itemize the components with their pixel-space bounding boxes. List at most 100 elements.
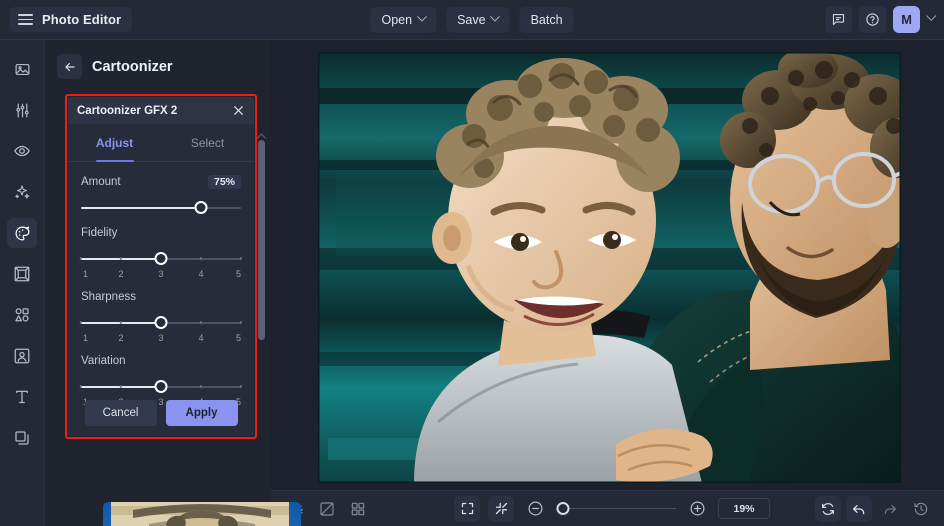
sidebar-item-portrait[interactable] — [7, 341, 37, 371]
chevron-down-icon — [490, 11, 501, 22]
frame-icon — [14, 266, 30, 282]
tab-adjust[interactable]: Adjust — [68, 124, 161, 161]
statue-thumbnail-image — [103, 502, 301, 526]
compare-split-icon — [320, 501, 334, 516]
tab-select-label: Select — [190, 135, 225, 150]
save-button-label: Save — [457, 12, 486, 27]
shrink-button[interactable] — [488, 495, 514, 522]
reset-rotate-icon — [822, 502, 834, 515]
open-button[interactable]: Open — [370, 6, 437, 33]
portrait-mask-icon — [14, 348, 30, 364]
bottom-toolbar: 19% — [271, 490, 944, 526]
comment-icon — [832, 13, 845, 26]
cartoonized-photo — [318, 52, 901, 483]
fit-screen-button[interactable] — [454, 495, 480, 522]
slider-tick-labels: 1 2 3 4 5 — [81, 269, 241, 282]
control-header: Fidelity — [81, 224, 241, 242]
slider-fidelity[interactable] — [79, 249, 243, 269]
slider-tick-labels: 1 2 3 4 5 — [81, 333, 241, 346]
card-tabs: Adjust Select — [68, 124, 254, 162]
panel-header: Cartoonizer — [45, 40, 271, 79]
close-card-button[interactable] — [232, 104, 245, 117]
feedback-button[interactable] — [825, 6, 852, 33]
slider-tick-label: 3 — [158, 269, 164, 279]
sliders-icon — [15, 103, 29, 117]
slider-tick-label: 5 — [235, 269, 241, 279]
control-label: Amount — [81, 176, 121, 188]
zoom-slider-track — [556, 508, 676, 510]
card-header: Cartoonizer GFX 2 — [68, 97, 254, 124]
shapes-icon — [15, 308, 29, 322]
sidebar-item-layers[interactable] — [7, 423, 37, 453]
cancel-button[interactable]: Cancel — [84, 400, 157, 426]
zoom-in-button[interactable] — [684, 496, 710, 522]
undo-icon — [853, 504, 865, 514]
redo-button[interactable] — [877, 496, 903, 522]
effect-panel: Cartoonizer Cartoonizer GFX 2 Adjust Sel… — [45, 40, 301, 526]
slider-handle[interactable] — [154, 316, 168, 329]
sparkles-icon — [15, 185, 30, 199]
card-title: Cartoonizer GFX 2 — [77, 104, 178, 117]
batch-button[interactable]: Batch — [519, 6, 574, 33]
sidebar-item-effects[interactable] — [7, 177, 37, 207]
arrow-left-icon — [64, 62, 75, 71]
grid-button[interactable] — [345, 496, 371, 522]
apply-button-label: Apply — [185, 407, 218, 419]
chevron-down-icon — [416, 11, 427, 22]
slider-handle[interactable] — [194, 201, 208, 214]
zoom-in-icon — [690, 501, 704, 516]
history-button[interactable] — [908, 496, 934, 522]
undo-button[interactable] — [846, 495, 872, 522]
edited-photo[interactable] — [318, 52, 901, 483]
preset-thumbnail[interactable] — [103, 502, 301, 526]
sidebar-item-frame[interactable] — [7, 259, 37, 289]
slider-amount[interactable] — [81, 198, 241, 218]
help-button[interactable] — [859, 6, 886, 33]
photo-editor-app: Photo Editor Open Save Batch M Cartooniz… — [0, 0, 944, 526]
panel-back-button[interactable] — [57, 54, 82, 79]
batch-button-label: Batch — [530, 12, 563, 27]
control-header: Variation — [81, 352, 241, 370]
reset-button[interactable] — [815, 495, 841, 522]
image-icon — [15, 63, 29, 75]
sidebar-item-image[interactable] — [7, 54, 37, 84]
control-header: Amount 75% — [81, 173, 241, 191]
save-button[interactable]: Save — [446, 6, 510, 33]
app-menu-button[interactable]: Photo Editor — [10, 7, 133, 32]
cancel-button-label: Cancel — [102, 407, 139, 419]
apply-button[interactable]: Apply — [165, 400, 238, 426]
control-amount: Amount 75% — [81, 173, 241, 218]
panel-scrollbar-thumb[interactable] — [258, 140, 265, 340]
zoom-slider[interactable] — [556, 501, 676, 517]
control-label: Sharpness — [81, 291, 136, 303]
sidebar-item-artistic[interactable] — [7, 218, 37, 248]
panel-title: Cartoonizer — [92, 58, 173, 75]
open-button-label: Open — [381, 12, 413, 27]
avatar[interactable]: M — [893, 6, 920, 33]
sidebar-item-adjust[interactable] — [7, 95, 37, 125]
close-x-icon — [234, 106, 243, 115]
controls-list: Amount 75% Fidelity 1 2 3 4 5 Sharpness 1 2 3 4 5 Vari… — [68, 162, 254, 410]
slider-tick-label: 4 — [198, 333, 204, 343]
zoom-level-field[interactable]: 19% — [718, 498, 770, 519]
compare-button[interactable] — [314, 496, 340, 522]
zoom-out-button[interactable] — [522, 496, 548, 522]
sidebar-item-view[interactable] — [7, 136, 37, 166]
chevron-up-icon — [257, 133, 266, 139]
redo-icon — [884, 504, 896, 514]
tool-rail — [0, 40, 45, 526]
slider-sharpness[interactable] — [79, 313, 243, 333]
slider-tick-label: 4 — [198, 269, 204, 279]
tab-select[interactable]: Select — [161, 124, 254, 161]
account-chevron-down-icon[interactable] — [926, 11, 937, 21]
card-actions: Cancel Apply — [68, 390, 254, 436]
slider-tick-label: 1 — [83, 333, 89, 343]
hamburger-icon — [18, 14, 33, 25]
canvas-area[interactable] — [271, 40, 944, 490]
sidebar-item-shapes[interactable] — [7, 300, 37, 330]
zoom-slider-handle[interactable] — [556, 502, 570, 515]
history-actions — [815, 495, 934, 522]
zoom-out-icon — [528, 501, 542, 516]
sidebar-item-text[interactable] — [7, 382, 37, 412]
slider-handle[interactable] — [154, 252, 168, 265]
